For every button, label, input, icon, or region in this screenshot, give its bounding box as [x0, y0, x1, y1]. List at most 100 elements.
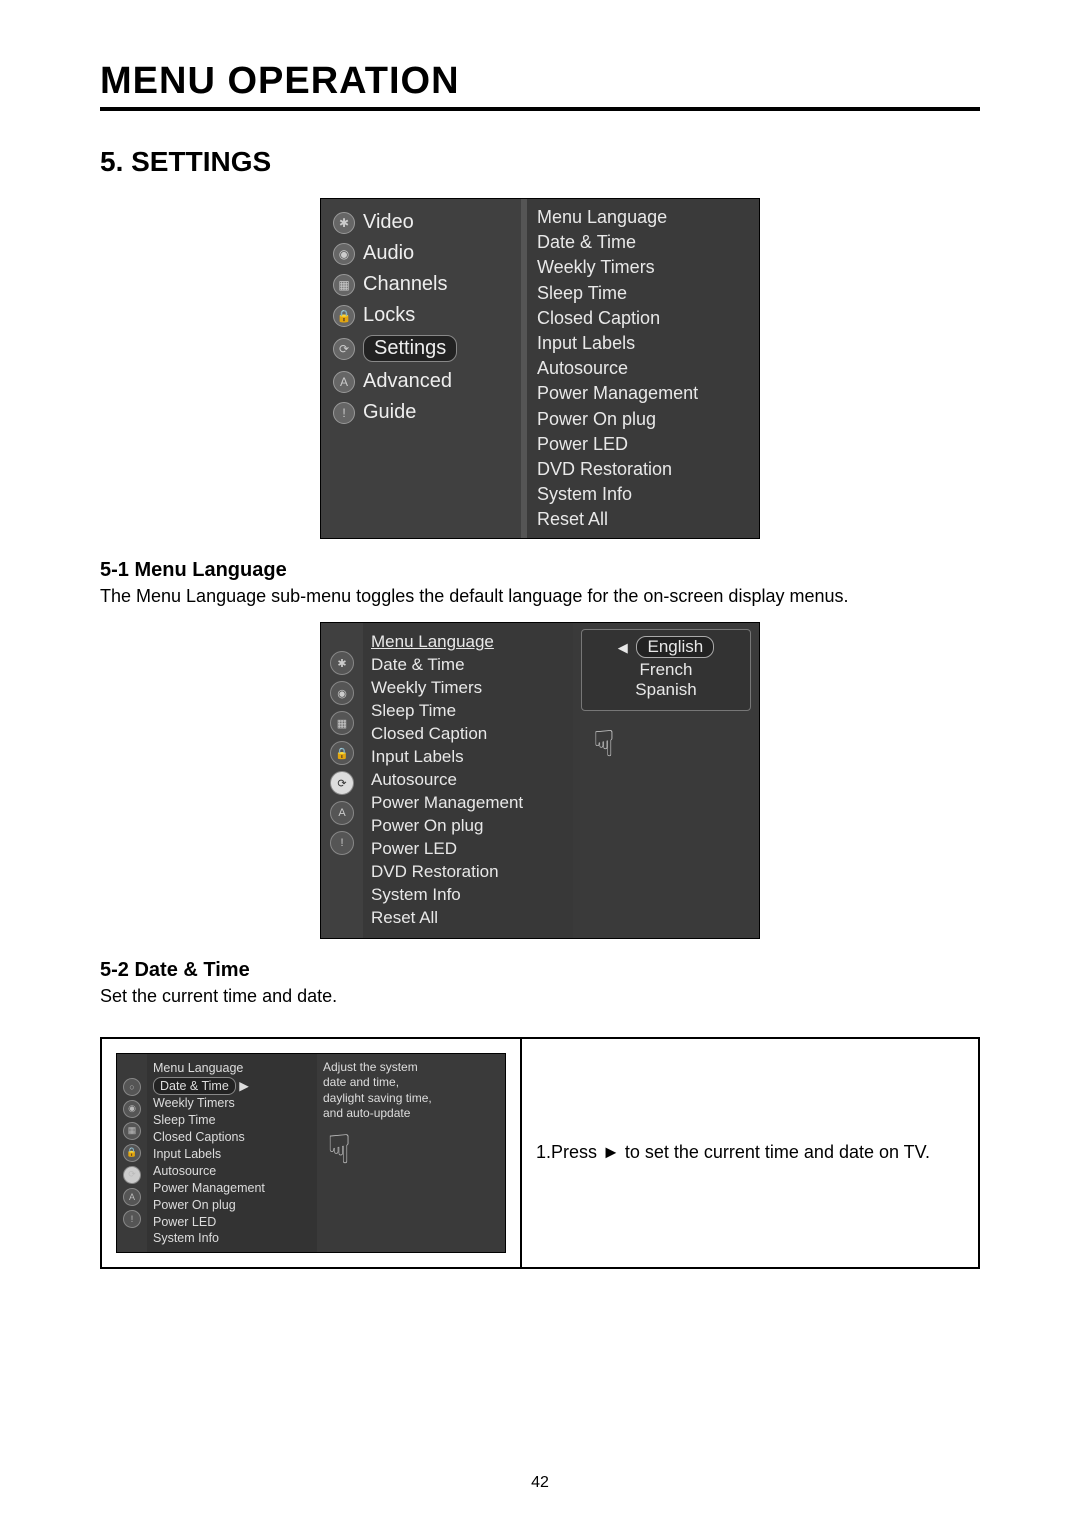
submenu-item[interactable]: System Info [371, 884, 565, 907]
language-popup: ◀ English French Spanish [581, 629, 751, 711]
submenu-item[interactable]: Reset All [537, 507, 749, 532]
submenu-item[interactable]: Closed Caption [371, 723, 565, 746]
left-arrow-icon[interactable]: ◀ [618, 640, 628, 655]
nav-item-guide[interactable]: ! Guide [329, 397, 513, 428]
language-option[interactable]: Spanish [590, 680, 742, 700]
nav-item-channels[interactable]: ▦ Channels [329, 269, 513, 300]
submenu-item[interactable]: Input Labels [153, 1146, 311, 1163]
submenu-item[interactable]: Autosource [537, 356, 749, 381]
submenu-item[interactable]: Closed Caption [537, 306, 749, 331]
advanced-icon: A [333, 371, 355, 393]
audio-icon: ◉ [330, 681, 354, 705]
audio-icon: ◉ [333, 243, 355, 265]
submenu-item[interactable]: Weekly Timers [537, 255, 749, 280]
submenu-item[interactable]: System Info [153, 1230, 311, 1247]
submenu-item[interactable]: Menu Language [537, 205, 749, 230]
video-icon: ✱ [333, 212, 355, 234]
instruction-text: 1.Press ► to set the current time and da… [536, 1142, 964, 1163]
guide-icon: ! [123, 1210, 141, 1228]
submenu-item[interactable]: Power Management [537, 381, 749, 406]
submenu-item[interactable]: Power On plug [537, 407, 749, 432]
submenu-item[interactable]: System Info [537, 482, 749, 507]
subsection-5-2-title: 5-2 Date & Time [100, 959, 980, 982]
submenu-item[interactable]: Autosource [371, 769, 565, 792]
nav-label: Video [363, 211, 414, 234]
submenu-item-selected[interactable]: Menu Language [371, 631, 565, 654]
submenu-item[interactable]: Power Management [371, 792, 565, 815]
nav-item-settings[interactable]: ⟳ Settings [329, 331, 513, 366]
submenu-item[interactable]: Input Labels [537, 331, 749, 356]
submenu-item[interactable]: Power On plug [153, 1197, 311, 1214]
help-text: Adjust the system [323, 1060, 499, 1076]
nav-item-advanced[interactable]: A Advanced [329, 366, 513, 397]
nav-label: Locks [363, 304, 415, 327]
submenu-item[interactable]: Menu Language [153, 1060, 311, 1077]
submenu-item[interactable]: Power On plug [371, 815, 565, 838]
submenu-item[interactable]: Weekly Timers [153, 1095, 311, 1112]
osd2-submenu: Menu Language Date & Time Weekly Timers … [363, 623, 573, 937]
video-icon: ○ [123, 1078, 141, 1096]
submenu-item[interactable]: Power Management [153, 1180, 311, 1197]
lock-icon: 🔒 [330, 741, 354, 765]
osd3-submenu: Menu Language Date & Time ▶ Weekly Timer… [147, 1054, 317, 1252]
pointer-hand-icon: ☟ [593, 723, 643, 773]
pointer-hand-icon: ☟ [327, 1124, 351, 1176]
help-text: date and time, [323, 1075, 499, 1091]
submenu-item-selected[interactable]: Date & Time [153, 1077, 236, 1096]
osd2-icon-column: ✱ ◉ ▦ 🔒 ⟳ A ! [321, 623, 363, 937]
channels-icon: ▦ [123, 1122, 141, 1140]
video-icon: ✱ [330, 651, 354, 675]
language-option-selected[interactable]: English [636, 636, 714, 658]
channels-icon: ▦ [330, 711, 354, 735]
date-time-instruction-table: ○ ◉ ▦ 🔒 ⟳ A ! Menu Language Date & Time … [100, 1037, 980, 1269]
osd3-icon-column: ○ ◉ ▦ 🔒 ⟳ A ! [117, 1054, 147, 1252]
nav-item-video[interactable]: ✱ Video [329, 207, 513, 238]
osd1-left-nav: ✱ Video ◉ Audio ▦ Channels 🔒 Locks ⟳ Set… [321, 199, 521, 538]
nav-label: Advanced [363, 370, 452, 393]
osd1-submenu: Menu Language Date & Time Weekly Timers … [527, 199, 759, 538]
advanced-icon: A [330, 801, 354, 825]
submenu-item[interactable]: DVD Restoration [537, 457, 749, 482]
help-text: daylight saving time, [323, 1091, 499, 1107]
submenu-item[interactable]: Power LED [153, 1214, 311, 1231]
guide-icon: ! [330, 831, 354, 855]
submenu-item[interactable]: Autosource [153, 1163, 311, 1180]
audio-icon: ◉ [123, 1100, 141, 1118]
submenu-item[interactable]: Input Labels [371, 746, 565, 769]
nav-label: Guide [363, 401, 416, 424]
settings-icon: ⟳ [123, 1166, 141, 1184]
channels-icon: ▦ [333, 274, 355, 296]
page-number: 42 [0, 1474, 1080, 1492]
advanced-icon: A [123, 1188, 141, 1206]
nav-label: Channels [363, 273, 448, 296]
nav-label: Audio [363, 242, 414, 265]
submenu-item[interactable]: Power LED [371, 838, 565, 861]
submenu-item[interactable]: Sleep Time [371, 700, 565, 723]
submenu-item[interactable]: Closed Captions [153, 1129, 311, 1146]
submenu-item[interactable]: Date & Time [537, 230, 749, 255]
subsection-5-2-desc: Set the current time and date. [100, 986, 980, 1007]
nav-label: Settings [363, 335, 457, 362]
submenu-item[interactable]: Date & Time [371, 654, 565, 677]
language-option[interactable]: French [590, 660, 742, 680]
right-arrow-icon: ▶ [236, 1079, 249, 1093]
nav-item-audio[interactable]: ◉ Audio [329, 238, 513, 269]
help-text: and auto-update [323, 1106, 499, 1122]
guide-icon: ! [333, 402, 355, 424]
osd-date-time: ○ ◉ ▦ 🔒 ⟳ A ! Menu Language Date & Time … [116, 1053, 506, 1253]
osd-menu-language: ✱ ◉ ▦ 🔒 ⟳ A ! Menu Language Date & Time … [320, 622, 760, 938]
page-title: MENU OPERATION [100, 60, 980, 111]
nav-item-locks[interactable]: 🔒 Locks [329, 300, 513, 331]
osd3-help-panel: Adjust the system date and time, dayligh… [317, 1054, 505, 1252]
submenu-item[interactable]: Sleep Time [153, 1112, 311, 1129]
lock-icon: 🔒 [333, 305, 355, 327]
submenu-item[interactable]: Power LED [537, 432, 749, 457]
subsection-5-1-title: 5-1 Menu Language [100, 559, 980, 582]
osd-settings-main: ✱ Video ◉ Audio ▦ Channels 🔒 Locks ⟳ Set… [320, 198, 760, 539]
submenu-item[interactable]: Sleep Time [537, 281, 749, 306]
lock-icon: 🔒 [123, 1144, 141, 1162]
submenu-item[interactable]: Weekly Timers [371, 677, 565, 700]
submenu-item[interactable]: DVD Restoration [371, 861, 565, 884]
osd2-options-panel: ◀ English French Spanish ☟ [573, 623, 759, 937]
submenu-item[interactable]: Reset All [371, 907, 565, 930]
